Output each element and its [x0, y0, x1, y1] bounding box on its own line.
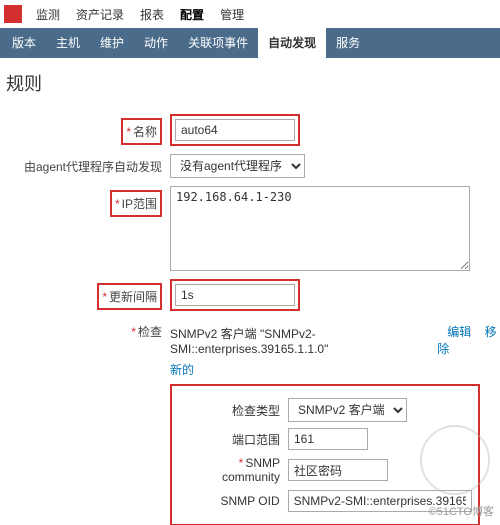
- topnav-config[interactable]: 配置: [172, 6, 212, 23]
- subnav-correlation[interactable]: 关联项事件: [178, 28, 258, 58]
- name-input[interactable]: [175, 119, 295, 141]
- community-input[interactable]: [288, 459, 388, 481]
- page-title: 规则: [0, 58, 500, 108]
- oid-label: SNMP OID: [178, 494, 288, 508]
- topnav-reports[interactable]: 报表: [132, 6, 172, 23]
- port-label: 端口范围: [178, 431, 288, 448]
- subnav-host[interactable]: 主机: [46, 28, 90, 58]
- topnav-monitor[interactable]: 监测: [28, 6, 68, 23]
- iprange-input[interactable]: 192.168.64.1-230: [170, 186, 470, 271]
- topnav-admin[interactable]: 管理: [212, 6, 252, 23]
- check-edit-link[interactable]: 编辑: [447, 325, 471, 339]
- watermark-seal-icon: [420, 425, 490, 495]
- subnav-maintenance[interactable]: 维护: [90, 28, 134, 58]
- top-nav: 监测 资产记录 报表 配置 管理: [0, 0, 500, 28]
- watermark-text: ©51CTO博客: [429, 503, 494, 519]
- subnav-discovery[interactable]: 自动发现: [258, 28, 326, 58]
- name-label: *名称: [0, 114, 170, 145]
- subnav-template[interactable]: 版本: [2, 28, 46, 58]
- subnav-services[interactable]: 服务: [326, 28, 370, 58]
- iprange-label: *IP范围: [0, 186, 170, 217]
- agent-label: 由agent代理程序自动发现: [0, 154, 170, 175]
- interval-label: *更新间隔: [0, 279, 170, 310]
- type-select[interactable]: SNMPv2 客户端: [288, 398, 407, 422]
- type-label: 检查类型: [178, 402, 288, 419]
- port-input[interactable]: [288, 428, 368, 450]
- community-label: *SNMP community: [178, 456, 288, 484]
- logo-icon: [4, 5, 22, 23]
- check-label: *检查: [0, 319, 170, 340]
- sub-nav: 版本 主机 维护 动作 关联项事件 自动发现 服务: [0, 28, 500, 58]
- check-new-link[interactable]: 新的: [170, 363, 194, 377]
- topnav-inventory[interactable]: 资产记录: [68, 6, 132, 23]
- check-line: SNMPv2 客户端 "SNMPv2-SMI::enterprises.3916…: [170, 319, 500, 357]
- agent-select[interactable]: 没有agent代理程序: [170, 154, 305, 178]
- interval-input[interactable]: [175, 284, 295, 306]
- subnav-action[interactable]: 动作: [134, 28, 178, 58]
